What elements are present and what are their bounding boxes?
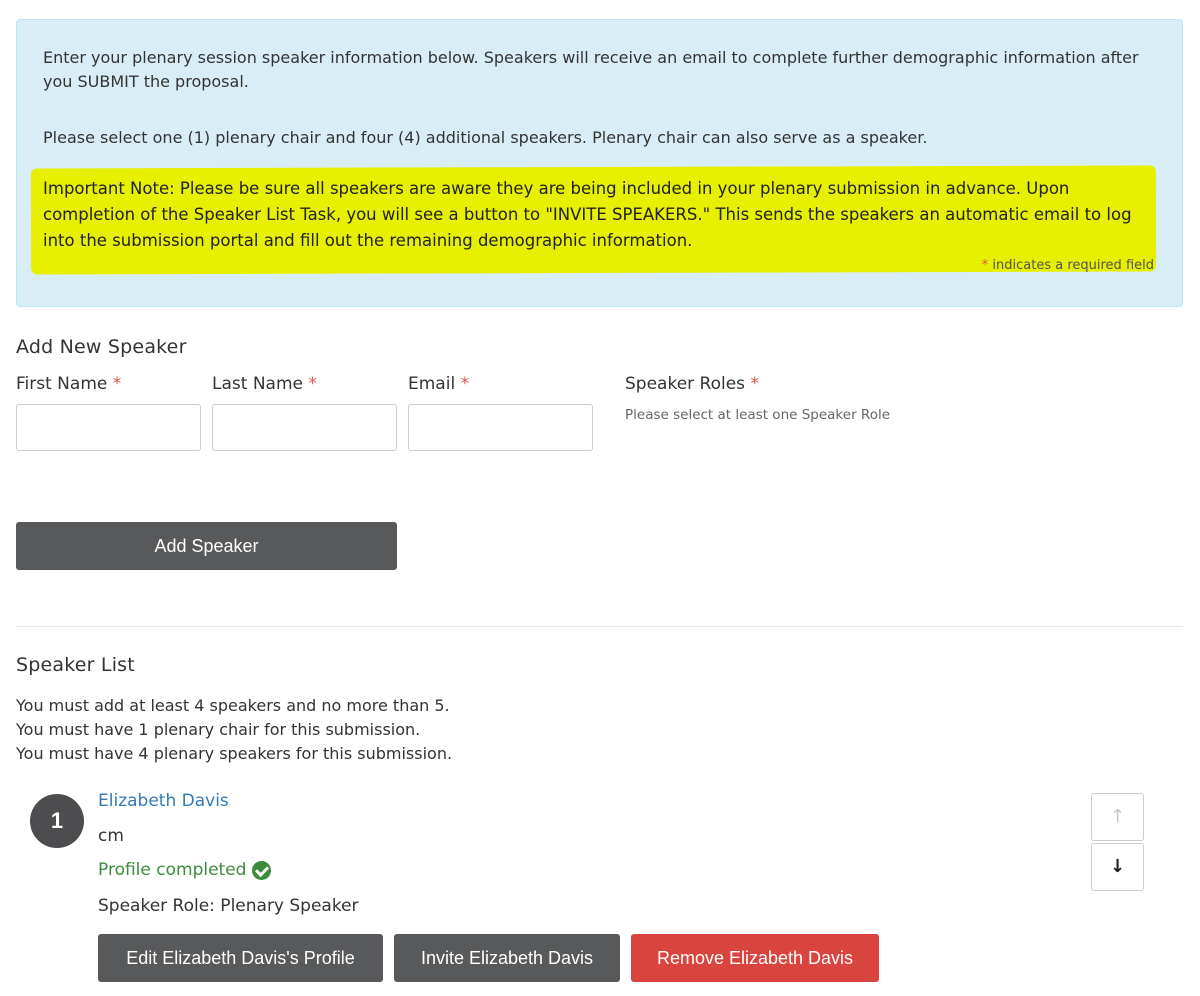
required-field-note: * indicates a required field xyxy=(982,258,1154,273)
rule-line: You must have 4 plenary speakers for thi… xyxy=(16,744,453,763)
add-speaker-title: Add New Speaker xyxy=(16,336,187,358)
edit-profile-button[interactable]: Edit Elizabeth Davis's Profile xyxy=(98,934,383,982)
instructions-paragraph-2: Please select one (1) plenary chair and … xyxy=(43,128,928,147)
required-marker: * xyxy=(112,374,122,394)
speaker-roles-label: Speaker Roles * xyxy=(625,374,759,394)
email-label: Email * xyxy=(408,374,469,394)
required-field-text: indicates a required field xyxy=(988,258,1154,273)
required-marker: * xyxy=(460,374,470,394)
email-label-text: Email xyxy=(408,374,456,394)
invite-speaker-button[interactable]: Invite Elizabeth Davis xyxy=(394,934,620,982)
speaker-name-link[interactable]: Elizabeth Davis xyxy=(98,791,229,811)
speaker-roles-help: Please select at least one Speaker Role xyxy=(625,407,891,423)
section-divider xyxy=(16,626,1183,627)
first-name-label-text: First Name xyxy=(16,374,108,394)
speaker-roles-label-text: Speaker Roles xyxy=(625,374,746,394)
instructions-paragraph-1: Enter your plenary session speaker infor… xyxy=(43,48,1139,91)
instructions-panel: Enter your plenary session speaker infor… xyxy=(16,19,1183,307)
move-up-button[interactable]: ↑ xyxy=(1091,793,1144,841)
required-marker: * xyxy=(308,374,317,394)
move-down-button[interactable]: ↓ xyxy=(1091,843,1144,891)
profile-status: Profile completed xyxy=(98,860,272,880)
first-name-input[interactable] xyxy=(16,404,201,451)
last-name-label: Last Name * xyxy=(212,374,317,394)
important-note: Important Note: Please be sure all speak… xyxy=(43,179,1132,250)
rule-line: You must add at least 4 speakers and no … xyxy=(16,696,450,715)
remove-speaker-button[interactable]: Remove Elizabeth Davis xyxy=(631,934,879,982)
first-name-label: First Name * xyxy=(16,374,121,394)
speaker-role: Speaker Role: Plenary Speaker xyxy=(98,896,359,916)
speaker-credential: cm xyxy=(98,826,124,846)
profile-status-text: Profile completed xyxy=(98,860,247,880)
check-circle-icon xyxy=(252,860,272,880)
speaker-list-title: Speaker List xyxy=(16,654,135,676)
arrow-up-icon: ↑ xyxy=(1109,806,1126,827)
speaker-rules: You must add at least 4 speakers and no … xyxy=(16,694,452,766)
add-speaker-button[interactable]: Add Speaker xyxy=(16,522,397,570)
arrow-down-icon: ↓ xyxy=(1109,856,1126,877)
last-name-label-text: Last Name xyxy=(212,374,303,394)
required-marker: * xyxy=(750,374,759,394)
rule-line: You must have 1 plenary chair for this s… xyxy=(16,720,421,739)
email-input[interactable] xyxy=(408,404,593,451)
speaker-number-badge: 1 xyxy=(30,794,84,848)
last-name-input[interactable] xyxy=(212,404,397,451)
